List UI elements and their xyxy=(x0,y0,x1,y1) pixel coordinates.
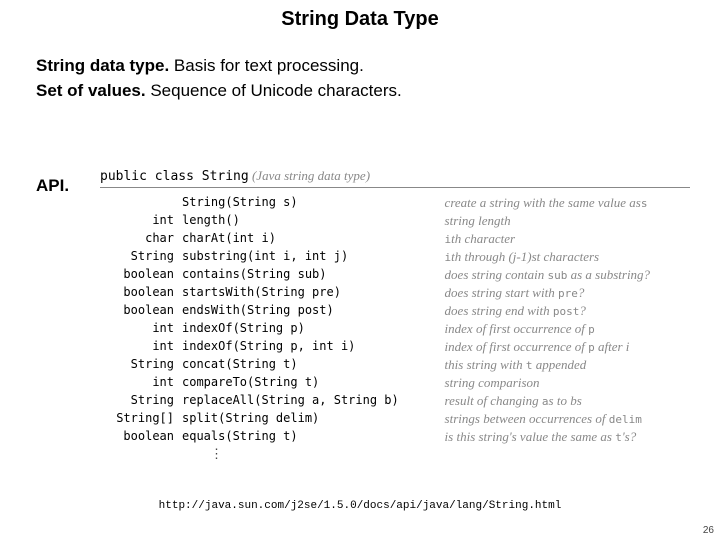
signature: endsWith(String post) xyxy=(178,302,441,320)
return-type: String xyxy=(100,356,178,374)
line1-rest: Basis for text processing. xyxy=(169,56,364,75)
description: string comparison xyxy=(441,374,690,392)
api-label: API. xyxy=(36,176,69,196)
return-type: boolean xyxy=(100,266,178,284)
body-text: String data type. Basis for text process… xyxy=(0,31,720,103)
api-header-paren: (Java string data type) xyxy=(252,168,370,183)
description: ith character xyxy=(441,230,690,248)
signature: indexOf(String p, int i) xyxy=(178,338,441,356)
line2-rest: Sequence of Unicode characters. xyxy=(146,81,402,100)
table-row: intcompareTo(String t)string comparison xyxy=(100,374,690,392)
description: result of changing as to bs xyxy=(441,392,690,410)
table-row: intlength()string length xyxy=(100,212,690,230)
table-row: charcharAt(int i)ith character xyxy=(100,230,690,248)
return-type: boolean xyxy=(100,284,178,302)
description: index of first occurrence of p after i xyxy=(441,338,690,356)
return-type: String xyxy=(100,392,178,410)
description: does string end with post? xyxy=(441,302,690,320)
return-type: int xyxy=(100,374,178,392)
table-row: String[]split(String delim)strings betwe… xyxy=(100,410,690,428)
description: ith through (j-1)st characters xyxy=(441,248,690,266)
api-header: public class String (Java string data ty… xyxy=(100,168,690,188)
return-type: String[] xyxy=(100,410,178,428)
table-row: String(String s)create a string with the… xyxy=(100,194,690,212)
signature: contains(String sub) xyxy=(178,266,441,284)
return-type: char xyxy=(100,230,178,248)
return-type: boolean xyxy=(100,428,178,446)
table-row: booleanstartsWith(String pre)does string… xyxy=(100,284,690,302)
description: does string start with pre? xyxy=(441,284,690,302)
description: create a string with the same value ass xyxy=(441,194,690,212)
return-type: int xyxy=(100,338,178,356)
api-table: String(String s)create a string with the… xyxy=(100,194,690,446)
slide-title: String Data Type xyxy=(0,0,720,31)
table-row: intindexOf(String p)index of first occur… xyxy=(100,320,690,338)
description: index of first occurrence of p xyxy=(441,320,690,338)
table-row: intindexOf(String p, int i)index of firs… xyxy=(100,338,690,356)
return-type: int xyxy=(100,212,178,230)
signature: startsWith(String pre) xyxy=(178,284,441,302)
signature: split(String delim) xyxy=(178,410,441,428)
api-box: public class String (Java string data ty… xyxy=(100,168,690,462)
signature: substring(int i, int j) xyxy=(178,248,441,266)
signature: indexOf(String p) xyxy=(178,320,441,338)
description: string length xyxy=(441,212,690,230)
signature: concat(String t) xyxy=(178,356,441,374)
description: does string contain sub as a substring? xyxy=(441,266,690,284)
return-type xyxy=(100,194,178,212)
table-row: booleancontains(String sub)does string c… xyxy=(100,266,690,284)
table-row: Stringsubstring(int i, int j)ith through… xyxy=(100,248,690,266)
return-type: int xyxy=(100,320,178,338)
description: is this string's value the same as t's? xyxy=(441,428,690,446)
table-row: Stringconcat(String t)this string with t… xyxy=(100,356,690,374)
api-ellipsis: ⋮ xyxy=(100,446,690,462)
description: this string with t appended xyxy=(441,356,690,374)
table-row: booleanequals(String t)is this string's … xyxy=(100,428,690,446)
return-type: String xyxy=(100,248,178,266)
reference-url: http://java.sun.com/j2se/1.5.0/docs/api/… xyxy=(0,500,720,512)
line1-bold: String data type. xyxy=(36,56,169,75)
signature: charAt(int i) xyxy=(178,230,441,248)
api-header-class: public class String xyxy=(100,169,249,184)
description: strings between occurrences of delim xyxy=(441,410,690,428)
signature: String(String s) xyxy=(178,194,441,212)
signature: replaceAll(String a, String b) xyxy=(178,392,441,410)
signature: compareTo(String t) xyxy=(178,374,441,392)
page-number: 26 xyxy=(703,525,714,536)
line2-bold: Set of values. xyxy=(36,81,146,100)
table-row: StringreplaceAll(String a, String b)resu… xyxy=(100,392,690,410)
signature: equals(String t) xyxy=(178,428,441,446)
table-row: booleanendsWith(String post)does string … xyxy=(100,302,690,320)
signature: length() xyxy=(178,212,441,230)
return-type: boolean xyxy=(100,302,178,320)
